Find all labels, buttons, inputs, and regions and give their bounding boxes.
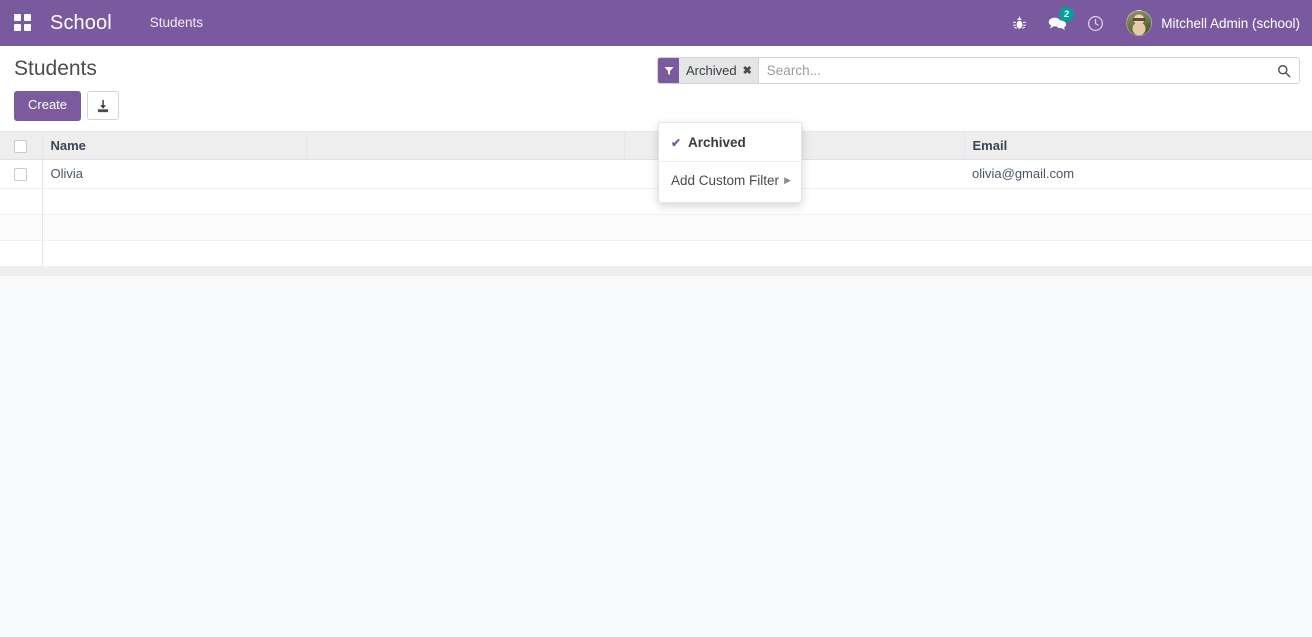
empty-cell — [964, 240, 1312, 267]
navbar-right-zone: 2 Mitchell Admin (school) — [1000, 0, 1312, 46]
apps-grid-icon — [14, 14, 32, 32]
search-box[interactable]: Archived ✖ — [657, 57, 1300, 84]
page-title: Students — [14, 57, 97, 80]
filters-dropdown-menu: ✔ Archived Add Custom Filter ▶ — [658, 122, 802, 203]
check-icon: ✔ — [671, 135, 682, 150]
search-facet-remove-icon[interactable]: ✖ — [740, 58, 758, 83]
user-menu[interactable]: Mitchell Admin (school) — [1126, 10, 1300, 36]
filter-menu-item-add-custom-filter[interactable]: Add Custom Filter ▶ — [659, 165, 801, 196]
activity-clock-icon[interactable] — [1080, 0, 1110, 46]
navbar-menu-students[interactable]: Students — [138, 0, 215, 46]
filter-menu-item-archived[interactable]: ✔ Archived — [659, 127, 801, 158]
empty-cell — [0, 214, 43, 241]
empty-cell — [964, 214, 1312, 241]
filter-funnel-icon — [658, 58, 679, 83]
empty-cell — [702, 240, 964, 267]
search-facet-label: Archived — [679, 58, 741, 83]
top-navbar: School Students 2 Mitchell Admin (school… — [0, 0, 1312, 46]
chevron-right-icon: ▶ — [784, 175, 791, 185]
control-panel-buttons: Create — [14, 91, 120, 121]
empty-cell — [306, 240, 624, 267]
search-facet-archived[interactable]: Archived ✖ — [658, 58, 758, 83]
cell-name: Olivia — [42, 159, 306, 189]
list-footer-strip — [0, 266, 1312, 276]
table-empty-row — [0, 214, 1312, 241]
table-header: Name Age Gender Email — [0, 132, 1312, 160]
search-icon[interactable] — [1269, 58, 1299, 83]
table-empty-row — [0, 188, 1312, 215]
table-empty-row — [0, 240, 1312, 267]
table-body: Olivia 21.00 Female olivia@gmail.com — [0, 159, 1312, 267]
empty-cell — [42, 188, 306, 215]
bug-icon[interactable] — [1004, 0, 1034, 46]
select-all-header[interactable] — [0, 132, 43, 160]
search-input[interactable] — [757, 58, 1269, 83]
empty-cell — [702, 214, 964, 241]
empty-cell — [624, 214, 702, 241]
table-row[interactable]: Olivia 21.00 Female olivia@gmail.com — [0, 159, 1312, 189]
page-background — [0, 276, 1312, 637]
empty-cell — [0, 188, 43, 215]
username-label: Mitchell Admin (school) — [1161, 15, 1300, 31]
empty-cell — [0, 240, 43, 267]
select-all-checkbox[interactable] — [14, 139, 27, 153]
filter-menu-item-label: Add Custom Filter — [671, 173, 780, 188]
control-panel: Students Create Archived ✖ Search... — [0, 46, 1312, 132]
empty-cell — [964, 188, 1312, 215]
students-table: Name Age Gender Email Olivia 21.00 Femal… — [0, 132, 1312, 267]
apps-menu-button[interactable] — [0, 0, 46, 46]
cell-email: olivia@gmail.com — [964, 159, 1312, 189]
search-area: Archived ✖ Filters — [657, 57, 1300, 84]
brand-name[interactable]: School — [46, 12, 116, 35]
column-header-blank[interactable] — [306, 132, 625, 160]
empty-cell — [42, 214, 306, 241]
column-header-name[interactable]: Name — [42, 132, 307, 160]
row-select-cell[interactable] — [0, 159, 43, 189]
messages-icon[interactable]: 2 — [1042, 0, 1075, 46]
empty-cell — [306, 214, 624, 241]
row-checkbox[interactable] — [14, 168, 27, 182]
import-download-icon[interactable] — [87, 91, 120, 120]
cell-blank — [306, 159, 624, 189]
empty-cell — [624, 240, 702, 267]
empty-cell — [306, 188, 624, 215]
column-header-email[interactable]: Email — [964, 132, 1312, 160]
filter-menu-item-label: Archived — [688, 135, 746, 150]
avatar — [1126, 10, 1153, 36]
create-button[interactable]: Create — [14, 91, 82, 121]
table-header-row: Name Age Gender Email — [0, 132, 1312, 160]
list-view: Name Age Gender Email Olivia 21.00 Femal… — [0, 132, 1312, 268]
menu-divider — [659, 161, 801, 162]
empty-cell — [42, 240, 306, 267]
messages-count-badge: 2 — [1059, 7, 1075, 22]
